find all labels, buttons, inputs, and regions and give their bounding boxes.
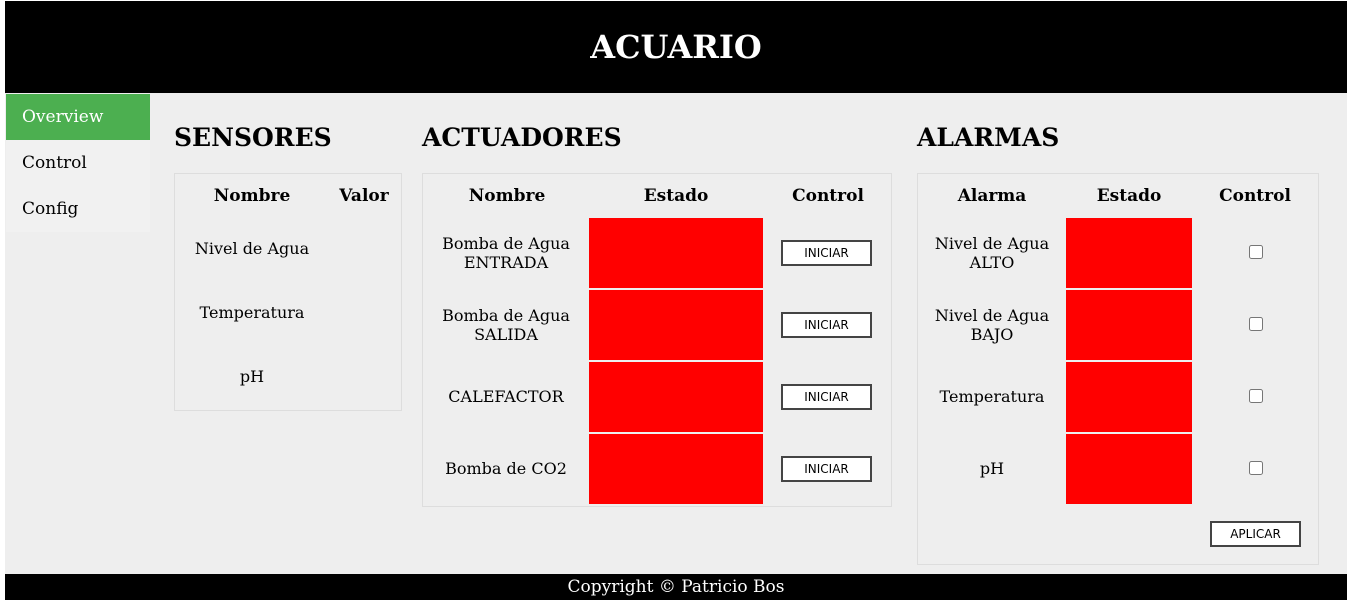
actuator-name-line1: Bomba de Agua — [442, 306, 570, 325]
actuator-status-indicator — [589, 218, 763, 288]
iniciar-button[interactable]: INICIAR — [781, 456, 872, 482]
sensor-name: pH — [239, 367, 265, 386]
scrollbar-track[interactable] — [1347, 0, 1366, 600]
actuator-name-line2: SALIDA — [474, 325, 538, 344]
actuator-status-indicator — [589, 362, 763, 432]
actuator-name-line1: Bomba de CO2 — [445, 459, 567, 478]
sensor-name: Temperatura — [199, 303, 305, 322]
actuadores-header-estado: Estado — [643, 186, 709, 206]
alarm-name-line1: Nivel de Agua — [934, 306, 1050, 325]
alarm-checkbox[interactable] — [1249, 461, 1263, 475]
actuator-name-line1: Bomba de Agua — [442, 234, 570, 253]
page-footer: Copyright © Patricio Bos — [5, 574, 1347, 600]
actuadores-header-control: Control — [792, 186, 864, 206]
alarm-name: Nivel de Agua BAJO — [924, 306, 1060, 344]
alarm-name: pH — [924, 459, 1060, 478]
alarm-status-indicator — [1066, 290, 1192, 360]
alarmas-header-alarma: Alarma — [957, 186, 1027, 206]
alarm-name: Temperatura — [924, 387, 1060, 406]
actuator-name: Bomba de CO2 — [429, 459, 583, 478]
aplicar-button[interactable]: APLICAR — [1210, 521, 1301, 547]
alarm-name-line2: BAJO — [970, 325, 1014, 344]
actuator-status-indicator — [589, 290, 763, 360]
actuator-name: Bomba de Agua ENTRADA — [429, 234, 583, 272]
sensores-header-valor: Valor — [339, 186, 389, 206]
copyright-text: Copyright © Patricio Bos — [567, 577, 785, 597]
alarm-status-indicator — [1066, 434, 1192, 504]
alarmas-table: Alarma Estado Control Nivel de Agua ALTO… — [917, 173, 1319, 565]
sidebar-item-config[interactable]: Config — [6, 186, 150, 232]
alarmas-title: ALARMAS — [917, 123, 1060, 152]
actuadores-header-nombre: Nombre — [468, 186, 546, 206]
sensores-header-nombre: Nombre — [213, 186, 291, 206]
alarmas-header-control: Control — [1219, 186, 1291, 206]
sensores-title: SENSORES — [174, 123, 332, 152]
actuator-name-line2: ENTRADA — [463, 253, 549, 272]
sidebar-item-overview[interactable]: Overview — [6, 94, 150, 140]
alarm-name-line1: Nivel de Agua — [934, 234, 1050, 253]
iniciar-button[interactable]: INICIAR — [781, 384, 872, 410]
actuator-name-line1: CALEFACTOR — [448, 387, 564, 406]
sensor-name: Nivel de Agua — [194, 239, 310, 258]
alarmas-header-estado: Estado — [1096, 186, 1162, 206]
actuadores-title: ACTUADORES — [422, 123, 622, 152]
alarm-checkbox[interactable] — [1249, 245, 1263, 259]
sidebar-nav: Overview Control Config — [6, 94, 150, 232]
actuadores-table: Nombre Estado Control Bomba de Agua ENTR… — [422, 173, 892, 507]
alarm-name: Nivel de Agua ALTO — [924, 234, 1060, 272]
actuator-name: Bomba de Agua SALIDA — [429, 306, 583, 344]
alarm-name-line1: Temperatura — [939, 387, 1045, 406]
actuator-name: CALEFACTOR — [429, 387, 583, 406]
sensores-table: Nombre Valor Nivel de Agua Temperatura p… — [174, 173, 402, 411]
alarm-checkbox[interactable] — [1249, 317, 1263, 331]
alarm-name-line2: ALTO — [969, 253, 1015, 272]
page-title: ACUARIO — [590, 28, 762, 66]
alarm-name-line1: pH — [979, 459, 1005, 478]
alarm-checkbox[interactable] — [1249, 389, 1263, 403]
page-header: ACUARIO — [5, 1, 1347, 93]
app-frame: ACUARIO Overview Control Config SENSORES… — [5, 1, 1347, 600]
actuator-status-indicator — [589, 434, 763, 504]
alarm-status-indicator — [1066, 362, 1192, 432]
iniciar-button[interactable]: INICIAR — [781, 312, 872, 338]
alarm-status-indicator — [1066, 218, 1192, 288]
iniciar-button[interactable]: INICIAR — [781, 240, 872, 266]
sidebar-item-control[interactable]: Control — [6, 140, 150, 186]
